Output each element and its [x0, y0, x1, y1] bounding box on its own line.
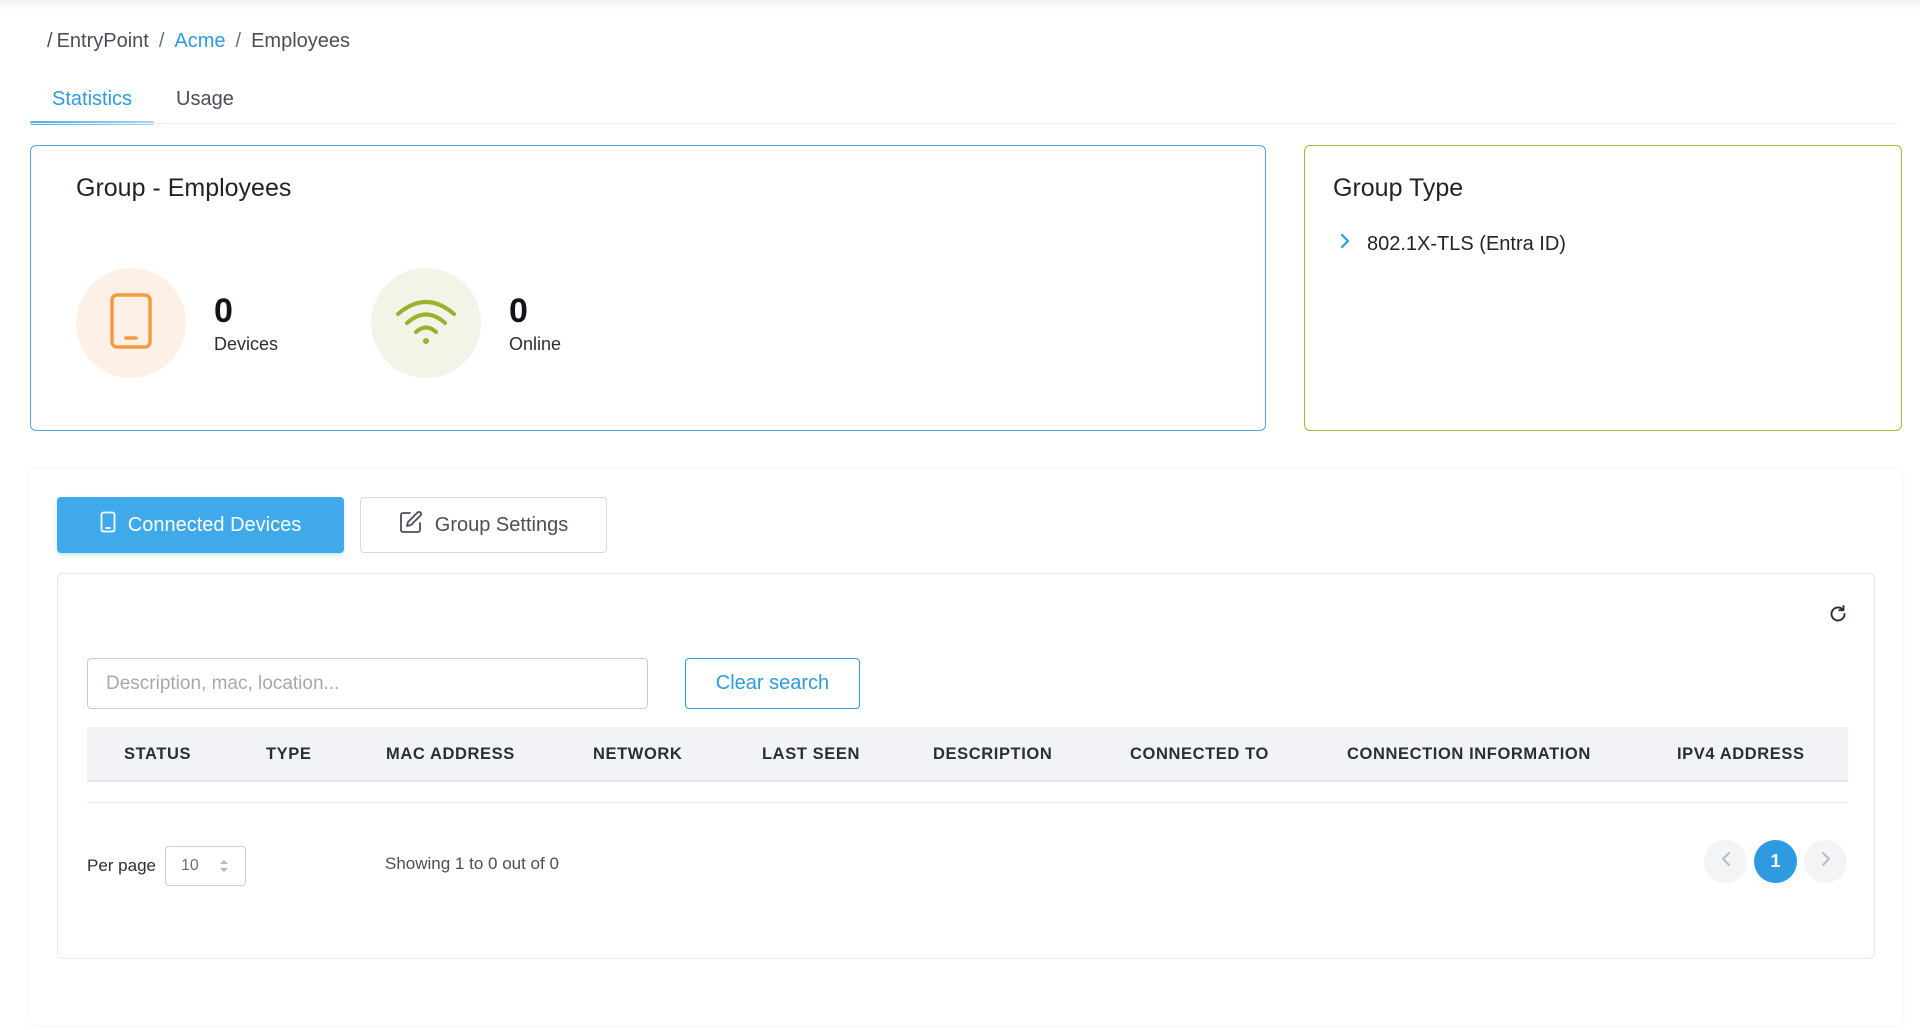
pagination-summary: Showing 1 to 0 out of 0: [385, 854, 559, 873]
column-header-ipv4-address[interactable]: IPV4 ADDRESS: [1677, 745, 1805, 764]
per-page-select[interactable]: 10: [165, 846, 246, 886]
group-settings-button[interactable]: Group Settings: [360, 497, 607, 553]
group-summary-card: Group - Employees 0 Devices 0 Online: [30, 145, 1266, 431]
group-type-label: 802.1X-TLS (Entra ID): [1367, 232, 1566, 255]
tab-bar: Statistics Usage: [30, 84, 256, 125]
edit-icon: [399, 510, 423, 540]
column-header-connection-information[interactable]: CONNECTION INFORMATION: [1347, 745, 1591, 764]
devices-count: 0: [214, 291, 233, 330]
breadcrumb-root[interactable]: / EntryPoint: [47, 30, 149, 53]
group-type-item[interactable]: 802.1X-TLS (Entra ID): [1339, 232, 1566, 256]
column-header-mac-address[interactable]: MAC ADDRESS: [386, 745, 515, 764]
online-icon-circle: [371, 268, 481, 378]
tab-divider: [30, 123, 1900, 124]
connected-devices-label: Connected Devices: [127, 513, 302, 536]
chevron-right-icon: [1339, 232, 1351, 256]
online-label: Online: [509, 333, 562, 354]
refresh-icon[interactable]: [1828, 604, 1848, 629]
search-input[interactable]: [87, 658, 648, 709]
table-bottom-divider: [87, 802, 1848, 803]
top-shadow: [0, 0, 1920, 10]
devices-icon-circle: [76, 268, 186, 378]
chevron-left-icon: [1720, 850, 1732, 873]
wifi-icon: [394, 296, 458, 351]
column-header-connected-to[interactable]: CONNECTED TO: [1130, 745, 1269, 764]
column-header-type[interactable]: TYPE: [266, 745, 312, 764]
clear-search-button[interactable]: Clear search: [685, 658, 860, 709]
devices-table-container: Clear search STATUS TYPE MAC ADDRESS NET…: [57, 573, 1875, 959]
breadcrumb-current: Employees: [251, 30, 351, 52]
group-type-card: Group Type 802.1X-TLS (Entra ID): [1304, 145, 1902, 431]
tablet-icon: [100, 511, 116, 539]
sort-arrows-icon: [218, 857, 230, 880]
page-button-current[interactable]: 1: [1754, 840, 1797, 883]
tab-usage[interactable]: Usage: [154, 84, 256, 125]
table-header: STATUS TYPE MAC ADDRESS NETWORK LAST SEE…: [87, 727, 1848, 782]
chevron-right-icon: [1820, 850, 1832, 873]
column-header-status[interactable]: STATUS: [124, 745, 191, 764]
previous-page-button[interactable]: [1704, 840, 1747, 883]
group-settings-label: Group Settings: [434, 513, 569, 536]
online-count: 0: [509, 291, 528, 330]
breadcrumb-separator: /: [235, 30, 242, 52]
devices-panel: Connected Devices Group Settings Clear s…: [30, 469, 1902, 1025]
connected-devices-button[interactable]: Connected Devices: [57, 497, 344, 553]
column-header-last-seen[interactable]: LAST SEEN: [762, 745, 860, 764]
group-title: Group - Employees: [76, 174, 292, 202]
per-page-label: Per page: [87, 856, 156, 875]
breadcrumb-separator: /: [158, 30, 165, 52]
tablet-icon: [109, 292, 153, 355]
per-page-value: 10: [181, 857, 199, 874]
devices-label: Devices: [214, 333, 279, 354]
pagination: 1: [1704, 840, 1847, 883]
breadcrumb: / EntryPoint / Acme / Employees: [47, 30, 350, 53]
group-type-title: Group Type: [1333, 174, 1464, 202]
online-stat: 0 Online: [371, 268, 561, 378]
column-header-network[interactable]: NETWORK: [593, 745, 682, 764]
devices-stat: 0 Devices: [76, 268, 278, 378]
tab-statistics[interactable]: Statistics: [30, 84, 155, 125]
column-header-description[interactable]: DESCRIPTION: [933, 745, 1052, 764]
breadcrumb-org-link[interactable]: Acme: [174, 30, 225, 53]
next-page-button[interactable]: [1804, 840, 1847, 883]
